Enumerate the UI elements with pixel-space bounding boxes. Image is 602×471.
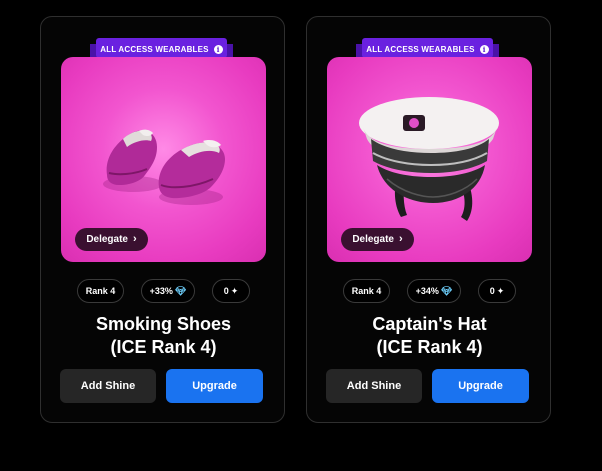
bonus-badge: +34% 💎︎ (407, 279, 461, 303)
shine-count: 0 (489, 286, 495, 296)
upgrade-button[interactable]: Upgrade (432, 369, 529, 403)
shine-badge: 0 ✦ (478, 279, 516, 303)
shine-badge: 0 ✦ (212, 279, 250, 303)
bonus-value: +34% (415, 286, 439, 296)
sparkle-icon: ✦ (230, 285, 239, 296)
chevron-right-icon: › (133, 233, 137, 245)
stats-row: Rank 4 +34% 💎︎ 0 ✦ (307, 279, 552, 303)
add-shine-button[interactable]: Add Shine (326, 369, 422, 403)
wearable-subtitle: (ICE Rank 4) (376, 337, 483, 357)
sparkle-icon: ✦ (496, 285, 505, 296)
add-shine-button[interactable]: Add Shine (60, 369, 156, 403)
delegate-button[interactable]: Delegate › (75, 228, 148, 251)
wearable-subtitle: (ICE Rank 4) (110, 337, 217, 357)
info-icon[interactable]: i (213, 44, 223, 54)
delegate-label: Delegate (86, 234, 128, 245)
rank-badge: Rank 4 (343, 279, 390, 303)
wearable-image: Delegate › (327, 57, 532, 262)
upgrade-button[interactable]: Upgrade (166, 369, 263, 403)
rank-badge: Rank 4 (77, 279, 124, 303)
wearable-image: Delegate › (61, 57, 266, 262)
delegate-label: Delegate (352, 234, 394, 245)
rank-label: Rank 4 (85, 286, 116, 296)
ribbon-label: ALL ACCESS WEARABLES (100, 44, 209, 54)
wearable-name: Captain's Hat (372, 314, 487, 334)
bonus-value: +33% (149, 286, 173, 296)
chevron-right-icon: › (399, 233, 403, 245)
diamond-icon: 💎︎ (174, 285, 187, 296)
wearable-title: Smoking Shoes (ICE Rank 4) (41, 313, 286, 359)
wearable-name: Smoking Shoes (95, 314, 232, 334)
diamond-icon: 💎︎ (440, 285, 453, 296)
delegate-button[interactable]: Delegate › (341, 228, 414, 251)
stats-row: Rank 4 +33% 💎︎ 0 ✦ (41, 279, 286, 303)
bonus-badge: +33% 💎︎ (141, 279, 195, 303)
ribbon-label: ALL ACCESS WEARABLES (366, 44, 475, 54)
wearable-title: Captain's Hat (ICE Rank 4) (307, 313, 552, 359)
wearable-card: ALL ACCESS WEARABLES i Delegate › Rank 4 (40, 16, 285, 423)
shine-count: 0 (223, 286, 229, 296)
rank-label: Rank 4 (351, 286, 382, 296)
wearable-card: ALL ACCESS WEARABLES i Delegate › Rank 4… (306, 16, 551, 423)
info-icon[interactable]: i (479, 44, 489, 54)
